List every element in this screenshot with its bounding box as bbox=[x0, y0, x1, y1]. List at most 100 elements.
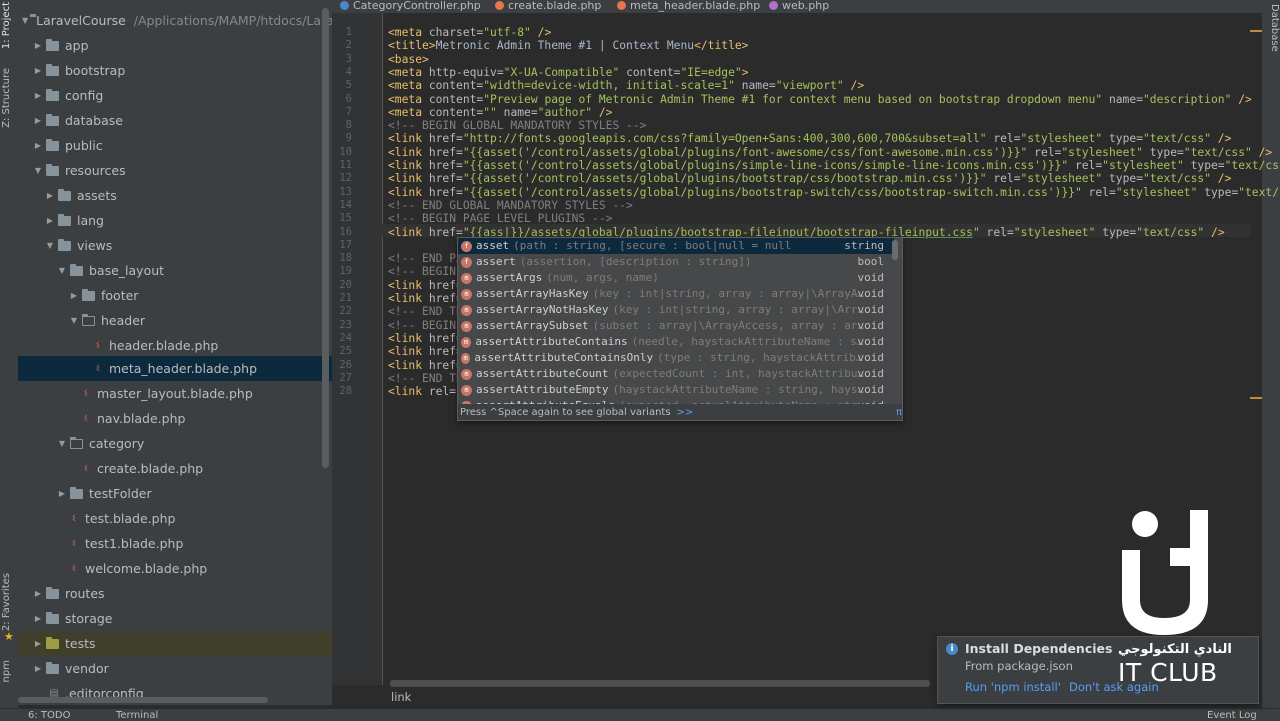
folder-icon bbox=[70, 263, 83, 276]
breadcrumb[interactable]: link bbox=[391, 690, 411, 704]
project-scrollbar[interactable] bbox=[322, 8, 329, 468]
folder-icon bbox=[46, 88, 59, 101]
tree-item-storage[interactable]: ▶ storage bbox=[18, 606, 332, 631]
tree-item-nav-blade[interactable]: ଽ nav.blade.php bbox=[18, 406, 332, 431]
database-tool-tab[interactable]: Database bbox=[1264, 4, 1280, 52]
tree-label: meta_header.blade.php bbox=[109, 361, 257, 376]
tree-item-vendor[interactable]: ▶ vendor bbox=[18, 656, 332, 681]
event-log-tool-tab[interactable]: Event Log bbox=[1207, 710, 1257, 721]
tree-item-base-layout[interactable]: ▼ base_layout bbox=[18, 258, 332, 283]
completion-signature: (key : int|string, array : array|\Arr… bbox=[612, 303, 865, 316]
tab-create-blade[interactable]: create.blade.php bbox=[495, 0, 601, 13]
project-tool-tab[interactable]: 1: Project bbox=[1, 2, 17, 49]
pi-icon[interactable]: π bbox=[896, 407, 902, 418]
code-token: rel= bbox=[1027, 145, 1062, 159]
completion-item[interactable]: m assertAttributeEmpty (haystackAttributeN… bbox=[458, 382, 894, 398]
code-token: type= bbox=[1102, 172, 1143, 186]
tree-item-tests[interactable]: ▶ tests bbox=[18, 631, 332, 656]
tree-label: vendor bbox=[65, 661, 109, 676]
warning-marker[interactable] bbox=[1250, 397, 1262, 399]
tree-item-welcome-blade[interactable]: ଽ welcome.blade.php bbox=[18, 556, 332, 581]
completion-item[interactable]: f asset (path : string, [secure : bool|nul… bbox=[458, 238, 894, 254]
line-number: 4 bbox=[345, 65, 352, 78]
completion-item[interactable]: m assertArrayNotHasKey (key : int|string, … bbox=[458, 302, 894, 318]
project-root[interactable]: ▼ LaravelCourse /Applications/MAMP/htdoc… bbox=[18, 8, 332, 33]
tree-item-testfolder[interactable]: ▶ testFolder bbox=[18, 481, 332, 506]
code-token: "stylesheet" bbox=[1020, 172, 1103, 186]
completion-item[interactable]: f assert (assertion, [description : string… bbox=[458, 254, 894, 270]
tree-item-footer[interactable]: ▶ footer bbox=[18, 283, 332, 308]
tree-item-test-blade[interactable]: ଽ test.blade.php bbox=[18, 506, 332, 531]
line-number: 21 bbox=[339, 292, 352, 304]
tree-item-create-blade[interactable]: ଽ create.blade.php bbox=[18, 456, 332, 481]
line-number: 3 bbox=[345, 52, 352, 65]
completion-signature: (assertion, [description : string]) bbox=[519, 255, 752, 268]
code-token: type= bbox=[1102, 132, 1143, 146]
completion-item[interactable]: m assertAttributeContains (needle, haystac… bbox=[458, 334, 894, 350]
code-token: content= bbox=[422, 79, 484, 93]
right-tool-strip: Database bbox=[1262, 0, 1280, 720]
function-icon: m bbox=[461, 384, 472, 396]
tree-item-resources[interactable]: ▼ resources bbox=[18, 158, 332, 183]
tree-item-master-layout-blade[interactable]: ଽ master_layout.blade.php bbox=[18, 381, 332, 406]
line-gutter: 1 2 3 4 5 6 7 8 9 10 11 12 13 14 15 16 17 18 19 20 21 22 23 24 2… bbox=[332, 13, 383, 685]
folder-icon bbox=[46, 113, 59, 126]
star-icon: ★ bbox=[4, 630, 14, 643]
completion-name: assertArraySubset bbox=[476, 319, 589, 332]
completion-scrollbar[interactable] bbox=[892, 240, 898, 260]
completion-item[interactable]: m assertAttributeCount (expectedCount : in… bbox=[458, 366, 894, 382]
tree-label: public bbox=[65, 138, 103, 153]
structure-tool-tab[interactable]: Z: Structure bbox=[1, 68, 17, 128]
warning-marker[interactable] bbox=[1250, 30, 1262, 32]
code-token: <link bbox=[388, 145, 423, 159]
tab-category-controller[interactable]: CategoryController.php bbox=[340, 0, 481, 13]
tree-label: test1.blade.php bbox=[85, 536, 184, 551]
function-icon: m bbox=[461, 304, 472, 316]
global-variants-link[interactable]: >> bbox=[677, 407, 694, 418]
code-token: "author" bbox=[537, 105, 593, 119]
tree-item-meta-header-blade[interactable]: ଽ meta_header.blade.php bbox=[18, 356, 332, 381]
tree-item-category[interactable]: ▼ category bbox=[18, 431, 332, 456]
code-line: <link href="{{asset('/control/assets/glo… bbox=[388, 186, 1280, 199]
todo-tool-tab[interactable]: 6: TODO bbox=[28, 710, 70, 721]
completion-name: assertArgs bbox=[476, 271, 543, 284]
chevron-down-icon: ▼ bbox=[46, 241, 54, 250]
completion-item[interactable]: m assertArgs (num, args, name) void bbox=[458, 270, 894, 286]
terminal-tool-tab[interactable]: Terminal bbox=[116, 710, 158, 721]
line-number: 12 bbox=[339, 172, 352, 185]
tree-item-assets[interactable]: ▶ assets bbox=[18, 183, 332, 208]
completion-item[interactable]: m assertArrayHasKey (key : int|string, arr… bbox=[458, 286, 894, 302]
line-number: 25 bbox=[339, 345, 352, 358]
tree-item-bootstrap[interactable]: ▶ bootstrap bbox=[18, 58, 332, 83]
favorites-tool-tab[interactable]: 2: Favorites bbox=[1, 573, 17, 631]
run-npm-install-link[interactable]: Run 'npm install' bbox=[965, 680, 1061, 694]
tree-item-public[interactable]: ▶ public bbox=[18, 133, 332, 158]
completion-item[interactable]: m assertAttributeContainsOnly (type : stri… bbox=[458, 350, 894, 366]
line-number: 2 bbox=[345, 39, 352, 52]
tree-item-app[interactable]: ▶ app bbox=[18, 33, 332, 58]
tree-item-config[interactable]: ▶ config bbox=[18, 83, 332, 108]
code-token: /> bbox=[530, 26, 552, 39]
tree-item-test1-blade[interactable]: ଽ test1.blade.php bbox=[18, 531, 332, 556]
folder-icon bbox=[82, 288, 95, 301]
line-number: 16 bbox=[339, 225, 352, 238]
tree-item-views[interactable]: ▼ views bbox=[18, 233, 332, 258]
code-token: <link bbox=[388, 225, 423, 239]
npm-tool-tab[interactable]: npm bbox=[1, 660, 17, 682]
completion-return-type: void bbox=[857, 287, 885, 300]
code-token: "text/css" bbox=[1224, 159, 1280, 172]
tree-item-lang[interactable]: ▶ lang bbox=[18, 208, 332, 233]
completion-popup[interactable]: f asset (path : string, [secure : bool|nul… bbox=[457, 237, 903, 421]
completion-item[interactable]: m assertArraySubset (subset : array|\Array… bbox=[458, 318, 894, 334]
tab-web-php[interactable]: web.php bbox=[769, 0, 829, 13]
project-hscrollbar[interactable] bbox=[18, 697, 268, 703]
tree-item-database[interactable]: ▶ database bbox=[18, 108, 332, 133]
completion-name: assertArrayNotHasKey bbox=[476, 303, 609, 316]
tree-item-header-blade[interactable]: ଽ header.blade.php bbox=[18, 333, 332, 358]
tree-item-routes[interactable]: ▶ routes bbox=[18, 581, 332, 606]
tab-meta-header-blade[interactable]: meta_header.blade.php bbox=[617, 0, 760, 13]
tree-item-header[interactable]: ▼ header bbox=[18, 308, 332, 333]
editor-hscrollbar[interactable] bbox=[390, 680, 930, 687]
folder-icon bbox=[58, 213, 71, 226]
code-token: "width=device-width, initial-scale=1" bbox=[483, 79, 735, 93]
